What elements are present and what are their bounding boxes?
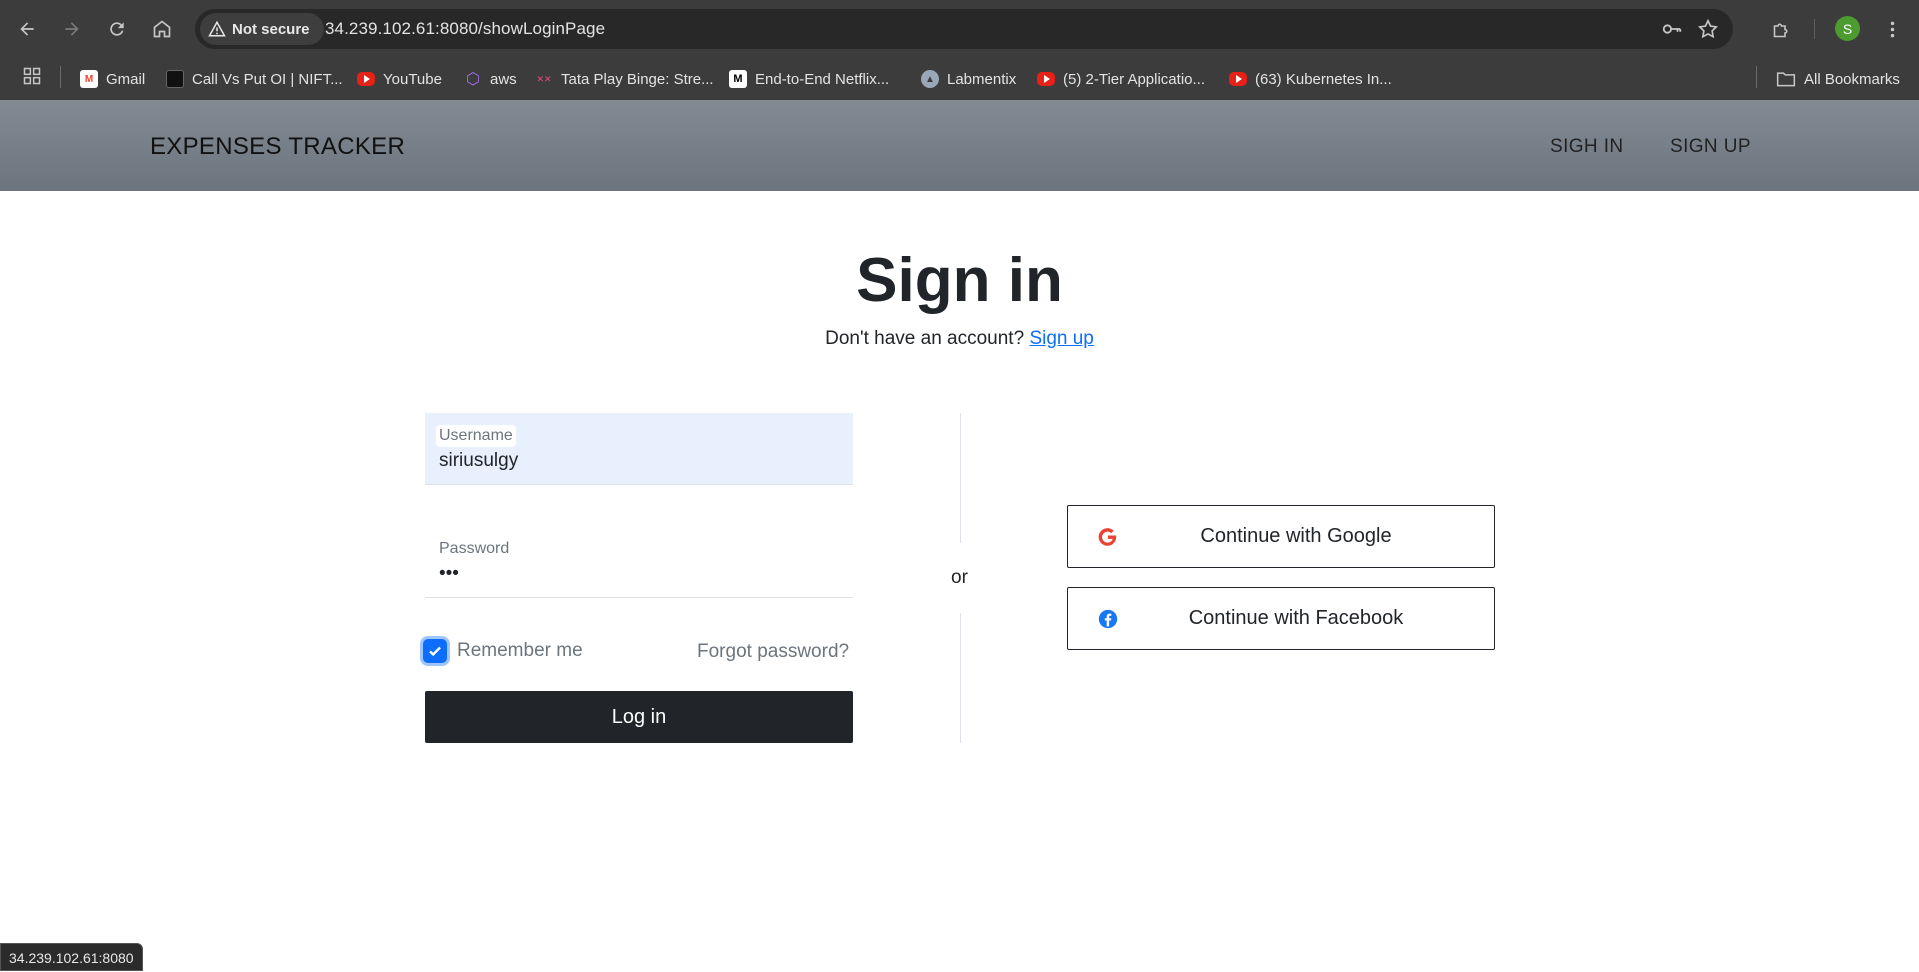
site-navbar: EXPENSES TRACKER SIGH IN SIGN UP <box>0 100 1919 191</box>
bookmarks-divider <box>60 66 61 88</box>
username-input[interactable]: siriusulgy <box>439 450 518 472</box>
youtube-icon <box>1037 72 1055 86</box>
folder-icon <box>1776 72 1796 87</box>
bookmark-label: End-to-End Netflix... <box>755 70 890 88</box>
bookmark-label: aws <box>490 70 517 88</box>
signup-prompt-text: Don't have an account? <box>825 328 1025 349</box>
bookmark-label: Call Vs Put OI | NIFT... <box>192 70 343 88</box>
username-label: Username <box>436 425 516 447</box>
or-divider: or <box>951 567 968 588</box>
password-input[interactable]: ••• <box>439 563 459 585</box>
status-bar-url: 34.239.102.61:8080 <box>0 943 143 971</box>
back-button[interactable] <box>10 12 44 46</box>
tata-icon: ✕✕ <box>536 73 552 84</box>
browser-toolbar: Not secure 34.239.102.61:8080/showLoginP… <box>0 0 1919 57</box>
remember-me[interactable]: Remember me <box>423 639 583 663</box>
signup-prompt: Don't have an account? Sign up <box>0 328 1919 350</box>
star-icon[interactable] <box>1697 18 1719 40</box>
browser-menu-button[interactable] <box>1875 12 1909 46</box>
bookmark-label: Labmentix <box>947 70 1017 88</box>
profile-avatar[interactable]: S <box>1835 16 1860 41</box>
bookmark-tata-play[interactable]: ✕✕ Tata Play Binge: Stre... <box>535 67 714 91</box>
bookmark-2tier-app[interactable]: (5) 2-Tier Applicatio... <box>1037 67 1205 91</box>
facebook-login-button[interactable]: Continue with Facebook <box>1067 587 1495 650</box>
google-login-button[interactable]: Continue with Google <box>1067 505 1495 568</box>
bookmark-aws[interactable]: ⬡ aws <box>464 67 517 91</box>
bookmark-kubernetes[interactable]: (63) Kubernetes In... <box>1229 67 1392 91</box>
labmentix-icon: ▲ <box>921 70 939 88</box>
youtube-icon <box>1229 72 1247 86</box>
bookmark-gmail[interactable]: M Gmail <box>80 67 145 91</box>
apps-grid-icon[interactable] <box>22 66 42 86</box>
login-button[interactable]: Log in <box>425 691 853 743</box>
all-bookmarks[interactable]: All Bookmarks <box>1776 67 1900 91</box>
reload-button[interactable] <box>100 12 134 46</box>
google-button-label: Continue with Google <box>1200 525 1392 547</box>
security-chip[interactable]: Not secure <box>200 13 324 45</box>
security-label: Not secure <box>232 20 310 38</box>
nav-sign-in[interactable]: SIGH IN <box>1550 136 1624 158</box>
bookmark-nifty[interactable]: Call Vs Put OI | NIFT... <box>166 67 343 91</box>
remember-me-checkbox[interactable] <box>423 639 447 663</box>
checkmark-icon <box>429 646 441 657</box>
bookmark-label: (63) Kubernetes In... <box>1255 70 1392 88</box>
bookmark-labmentix[interactable]: ▲ Labmentix <box>921 67 1016 91</box>
gmail-icon: M <box>80 70 98 88</box>
password-label: Password <box>439 540 510 557</box>
password-field[interactable]: Password ••• <box>425 526 853 598</box>
brand-logo[interactable]: EXPENSES TRACKER <box>150 133 405 161</box>
bookmarks-divider <box>1756 66 1757 88</box>
bookmark-youtube[interactable]: YouTube <box>357 67 442 91</box>
bookmark-label: (5) 2-Tier Applicatio... <box>1063 70 1205 88</box>
cube-icon: ⬡ <box>466 71 480 88</box>
kebab-menu-icon <box>1890 21 1894 37</box>
medium-icon: M <box>729 70 747 88</box>
warning-icon <box>208 20 226 37</box>
remember-me-label: Remember me <box>457 640 583 661</box>
key-icon[interactable] <box>1661 18 1683 40</box>
all-bookmarks-label: All Bookmarks <box>1804 70 1900 88</box>
page-title: Sign in <box>856 246 1063 315</box>
home-icon <box>153 20 171 38</box>
bookmark-netflix-article[interactable]: M End-to-End Netflix... <box>729 67 889 91</box>
forward-button[interactable] <box>55 12 89 46</box>
facebook-button-label: Continue with Facebook <box>1188 607 1404 629</box>
nav-sign-up[interactable]: SIGN UP <box>1670 136 1751 158</box>
divider-line-top <box>960 413 961 543</box>
username-field[interactable]: Username siriusulgy <box>425 413 853 485</box>
toolbar-divider <box>1814 19 1815 39</box>
bookmark-label: Tata Play Binge: Stre... <box>561 70 714 88</box>
puzzle-icon <box>1773 23 1787 37</box>
browser-chrome: Not secure 34.239.102.61:8080/showLoginP… <box>0 0 1919 100</box>
signup-link[interactable]: Sign up <box>1029 328 1093 349</box>
reload-icon <box>110 22 124 36</box>
home-button[interactable] <box>145 12 179 46</box>
forward-arrow-icon <box>65 22 79 36</box>
site-icon <box>166 70 184 88</box>
address-bar[interactable]: Not secure 34.239.102.61:8080/showLoginP… <box>195 9 1733 49</box>
bookmark-label: YouTube <box>383 70 442 88</box>
url-text[interactable]: 34.239.102.61:8080/showLoginPage <box>325 19 605 39</box>
divider-line-bottom <box>960 613 961 743</box>
back-arrow-icon <box>20 22 34 36</box>
extensions-button[interactable] <box>1764 12 1798 46</box>
youtube-icon <box>357 72 375 86</box>
bookmark-label: Gmail <box>106 70 146 88</box>
forgot-password-link[interactable]: Forgot password? <box>697 641 849 663</box>
